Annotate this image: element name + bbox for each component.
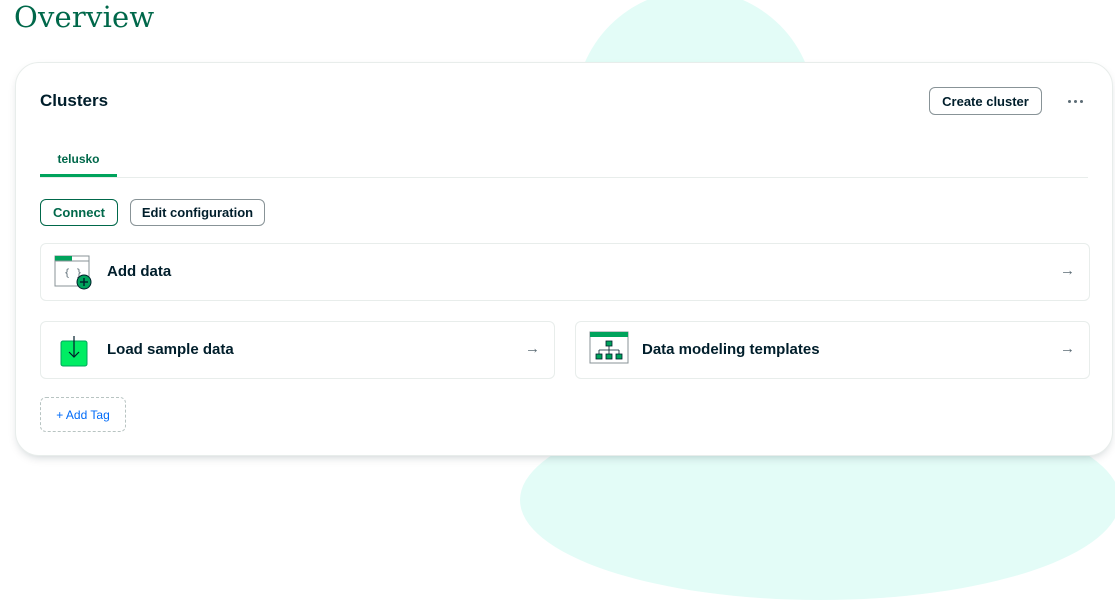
page-title: Overview	[14, 0, 155, 34]
tab-divider	[40, 177, 1088, 178]
arrow-right-icon: →	[1060, 340, 1075, 357]
data-modeling-templates-row[interactable]: Data modeling templates →	[575, 321, 1090, 379]
more-options-button[interactable]	[1062, 91, 1088, 111]
edit-configuration-button[interactable]: Edit configuration	[130, 199, 265, 226]
arrow-right-icon: →	[1060, 262, 1075, 279]
download-icon	[60, 336, 90, 373]
more-dot-icon	[1073, 99, 1077, 103]
arrow-right-icon: →	[525, 340, 540, 357]
connect-button[interactable]: Connect	[40, 199, 118, 226]
more-dot-icon	[1079, 99, 1083, 103]
more-dot-icon	[1067, 99, 1071, 103]
clusters-card: Clusters Create cluster telusko Connect …	[15, 62, 1113, 456]
tab-telusko[interactable]: telusko	[40, 143, 117, 177]
create-cluster-button[interactable]: Create cluster	[929, 87, 1042, 115]
schema-tree-icon	[589, 331, 629, 370]
add-data-label: Add data	[107, 263, 172, 280]
load-sample-data-label: Load sample data	[107, 341, 234, 358]
data-modeling-templates-label: Data modeling templates	[642, 341, 820, 358]
add-data-icon: { }	[54, 253, 92, 296]
clusters-title: Clusters	[40, 91, 109, 110]
load-sample-data-row[interactable]: Load sample data →	[40, 321, 555, 379]
add-data-row[interactable]: { } Add data →	[40, 243, 1090, 301]
add-tag-button[interactable]: + Add Tag	[40, 397, 126, 432]
